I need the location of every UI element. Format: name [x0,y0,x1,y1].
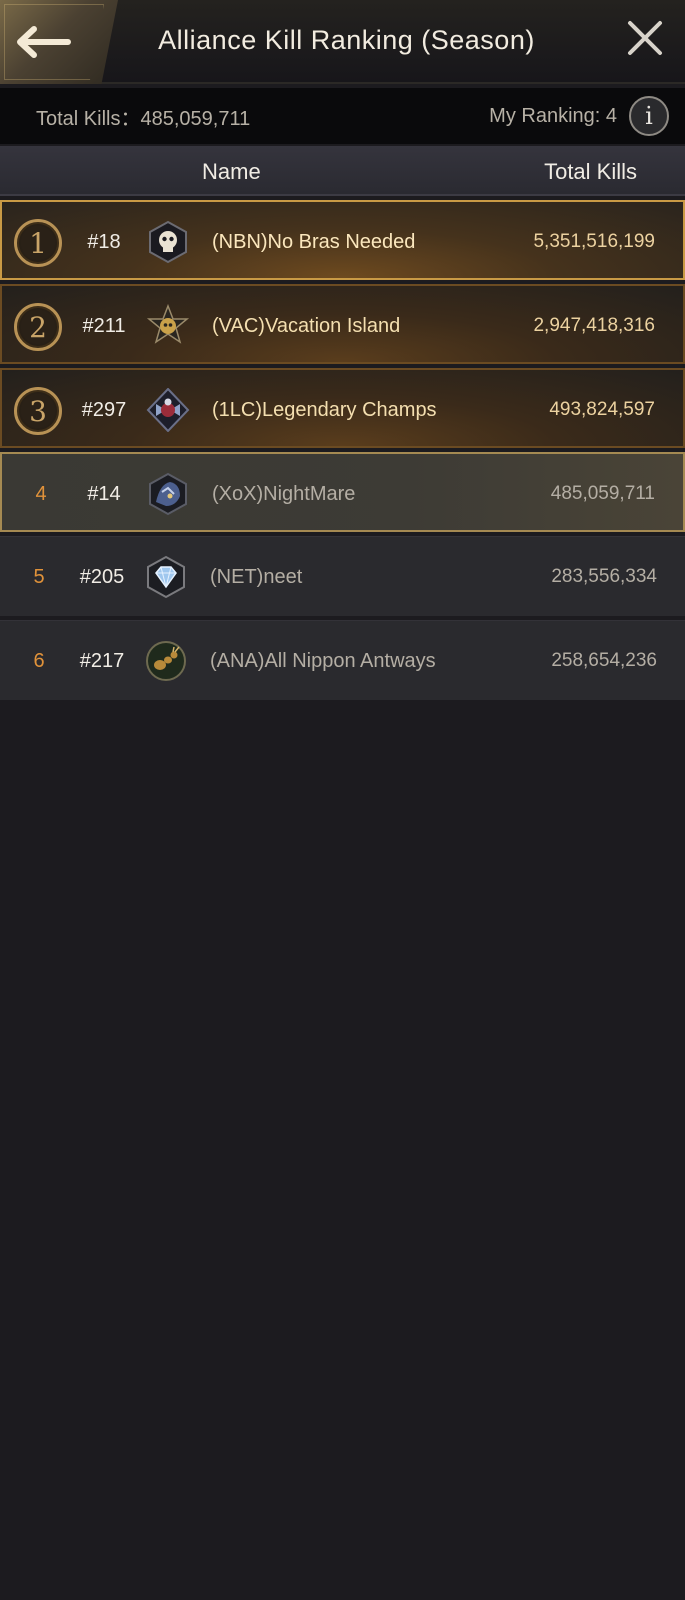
rank-medal: 1 [14,219,62,267]
arrow-left-icon [12,24,72,60]
total-kills-label: Total Kills： [36,107,141,130]
total-kills-value: 258,654,236 [551,650,657,671]
column-header: Name Total Kills [0,146,685,196]
summary-bar: Total Kills：485,059,711 My Ranking: 4 i [0,88,685,144]
alliance-name: (XoX)NightMare [212,482,356,505]
my-ranking: My Ranking: 4 [489,105,617,128]
ranking-list: 1 #18 (NBN)No Bras Needed 5,351,516,199 … [0,200,685,704]
rank-medal: 3 [14,387,62,435]
my-ranking-label: My Ranking: [489,104,606,127]
total-kills-value: 485,059,711 [550,483,655,504]
info-icon[interactable]: i [629,96,669,136]
alliance-name: (VAC)Vacation Island [212,314,401,337]
total-kills-value: 493,824,597 [549,399,655,420]
alliance-name: (1LC)Legendary Champs [212,398,437,421]
total-kills: Total Kills：485,059,711 [36,102,250,131]
server-number: #211 [82,314,126,337]
ranking-row[interactable]: 2 #211 (VAC)Vacation Island 2,947,418,31… [0,284,685,364]
column-total-kills: Total Kills [544,159,637,184]
rank-number: 5 [33,565,45,588]
star-skull-emblem-icon [144,302,192,350]
rank-number: 6 [33,649,45,672]
server-number: #297 [81,398,127,421]
server-number: #14 [87,482,121,505]
ranking-row[interactable]: 3 #297 (1LC)Legendary Champs 493,824,597 [0,368,685,448]
ranking-row[interactable]: 1 #18 (NBN)No Bras Needed 5,351,516,199 [0,200,685,280]
close-button[interactable] [623,18,667,62]
column-name: Name [202,159,261,184]
total-kills-value: 2,947,418,316 [533,315,655,336]
header-bar: Alliance Kill Ranking (Season) [0,0,685,84]
total-kills-value: 485,059,711 [140,107,251,130]
rank-number: 4 [35,482,47,505]
ant-emblem-icon [142,637,190,685]
beast-emblem-icon [144,470,192,518]
alliance-name: (ANA)All Nippon Antways [210,649,436,672]
rank-medal: 2 [14,303,62,351]
diamond-emblem-icon [142,553,190,601]
ranking-row-mine[interactable]: 4 #14 (XoX)NightMare 485,059,711 [0,452,685,532]
alliance-name: (NBN)No Bras Needed [212,230,416,253]
ranking-row[interactable]: 5 #205 (NET)neet 283,556,334 [0,536,685,616]
total-kills-value: 283,556,334 [551,566,657,587]
close-icon [626,19,664,62]
winged-rider-emblem-icon [144,386,192,434]
page-title: Alliance Kill Ranking (Season) [158,24,535,55]
back-button[interactable] [0,0,118,84]
server-number: #217 [79,649,125,672]
skull-emblem-icon [144,218,192,266]
server-number: #205 [79,565,125,588]
ranking-row[interactable]: 6 #217 (ANA)All Nippon Antways 258,654,2… [0,620,685,700]
total-kills-value: 5,351,516,199 [533,231,655,252]
server-number: #18 [87,230,121,253]
my-ranking-value: 4 [605,104,617,127]
alliance-name: (NET)neet [210,565,303,588]
